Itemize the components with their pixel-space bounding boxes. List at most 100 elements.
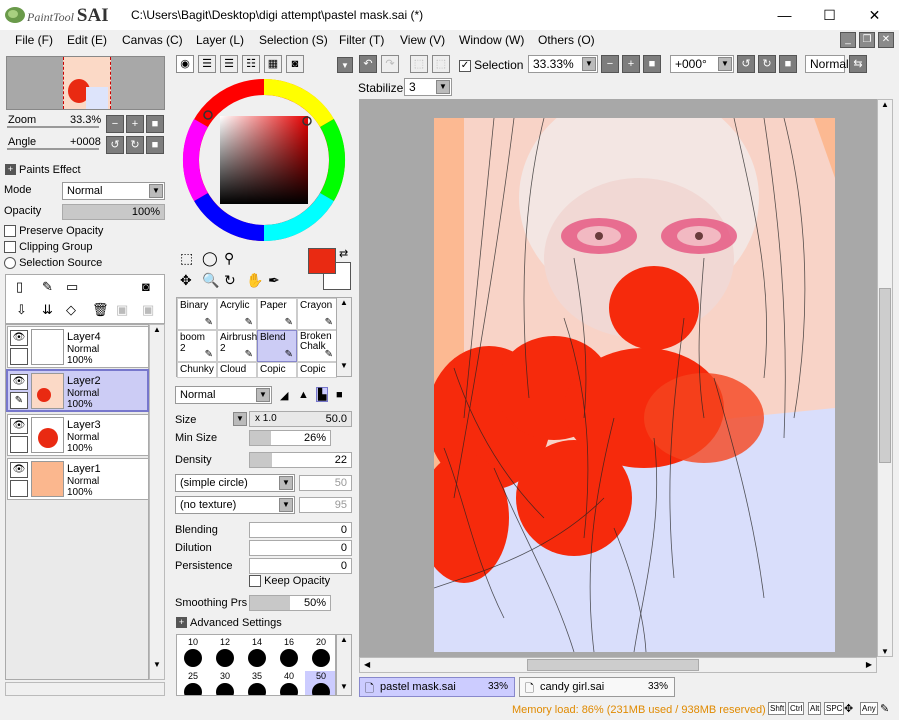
tool-grid-scrollbar[interactable]: ▲ ▼ <box>336 297 352 377</box>
eye-icon[interactable]: 👁 <box>10 330 28 346</box>
paints-effect-label[interactable]: Paints Effect <box>19 164 81 176</box>
minimize-button[interactable]: — <box>762 0 807 30</box>
zoom-reset-button[interactable]: ■ <box>146 115 164 133</box>
flip-canvas-button[interactable]: ⇆ <box>849 55 867 73</box>
new-folder-icon[interactable]: ▭ <box>66 279 78 295</box>
zoom-in-button[interactable]: + <box>126 115 144 133</box>
canvas-zoom-reset-button[interactable]: ■ <box>643 55 661 73</box>
rotate-right-button[interactable]: ↻ <box>126 136 144 154</box>
mdi-restore-button[interactable]: ❐ <box>859 32 875 48</box>
redo-button[interactable]: ↷ <box>381 55 399 73</box>
zoom-slider[interactable] <box>7 126 99 128</box>
tool-broken-chalk[interactable]: Broken Chalk ✎ <box>297 330 337 362</box>
zoom-out-button[interactable]: − <box>106 115 124 133</box>
pencil-icon[interactable]: ✎ <box>10 392 28 409</box>
tool-paper[interactable]: Paper ✎ <box>257 298 297 330</box>
canvas-viewport[interactable] <box>359 99 877 657</box>
tool-acrylic[interactable]: Acrylic ✎ <box>217 298 257 330</box>
tool-binary[interactable]: Binary ✎ <box>177 298 217 330</box>
clipping-group-checkbox[interactable]: Clipping Group <box>4 241 92 254</box>
layer-item-layer3[interactable]: 👁 Layer3 Normal 100% <box>7 414 149 456</box>
new-vector-layer-icon[interactable]: ✎ <box>42 279 53 295</box>
rotate-reset-button[interactable]: ■ <box>146 136 164 154</box>
plus-icon[interactable]: + <box>5 164 16 175</box>
color-wheel-tab-icon[interactable]: ◉ <box>176 55 194 73</box>
lock-toggle[interactable] <box>10 436 28 453</box>
horizontal-scroll-thumb[interactable] <box>527 659 699 671</box>
canvas-rotate-reset-button[interactable]: ■ <box>779 55 797 73</box>
menu-view[interactable]: View (V) <box>400 33 445 47</box>
canvas-zoom-select[interactable]: 33.33% ▼ <box>528 55 598 73</box>
menu-filter[interactable]: Filter (T) <box>339 33 384 47</box>
canvas-vertical-scrollbar[interactable]: ▲ ▼ <box>877 99 893 657</box>
hand-icon[interactable]: ✋ <box>246 272 263 289</box>
tool-airbrush[interactable]: Airbrush 2 ✎ <box>217 330 257 362</box>
magic-wand-icon[interactable]: ⚲ <box>224 250 234 267</box>
layer-item-layer2[interactable]: 👁 ✎ Layer2 Normal 100% <box>6 369 149 412</box>
tool-blend[interactable]: Blend ✎ <box>257 330 297 362</box>
mdi-close-button[interactable]: ✕ <box>878 32 894 48</box>
brush-size-30[interactable]: 30 <box>209 671 241 695</box>
rgb-slider-tab-icon[interactable]: ☰ <box>198 55 216 73</box>
color-mixer-tab-icon[interactable]: ☷ <box>242 55 260 73</box>
delete-mask-icon[interactable]: ▣ <box>142 302 154 318</box>
canvas-zoom-out-button[interactable]: − <box>601 55 619 73</box>
navigator-preview[interactable] <box>6 56 165 110</box>
navigator-viewport[interactable] <box>63 57 111 109</box>
lasso-icon[interactable]: ◯ <box>202 250 218 267</box>
shape-medium-icon[interactable]: ▲ <box>298 389 309 401</box>
rotate-tool-icon[interactable]: ↻ <box>224 272 236 289</box>
canvas-rotate-right-button[interactable]: ↻ <box>758 55 776 73</box>
merge-down-icon[interactable]: ⇊ <box>42 302 53 318</box>
lock-toggle[interactable] <box>10 480 28 497</box>
trash-icon[interactable]: 🗑 <box>92 302 109 318</box>
maximize-button[interactable]: ☐ <box>807 0 852 30</box>
brush-size-35[interactable]: 35 <box>241 671 273 695</box>
selection-source-radio[interactable]: Selection Source <box>4 257 102 270</box>
canvas-angle-select[interactable]: +000° ▼ <box>670 55 734 73</box>
artwork-canvas[interactable] <box>434 118 835 652</box>
deselect-button[interactable]: ⬚ <box>410 55 428 73</box>
tool-crayon[interactable]: Crayon ✎ <box>297 298 337 330</box>
advanced-settings-label[interactable]: Advanced Settings <box>190 617 282 629</box>
any-key-indicator[interactable]: Any <box>860 702 878 715</box>
eyedropper-icon[interactable]: ✒ <box>268 272 280 289</box>
brush-size-10[interactable]: 10 <box>177 637 209 667</box>
rotate-left-button[interactable]: ↺ <box>106 136 124 154</box>
apply-mask-icon[interactable]: ▣ <box>116 302 128 318</box>
undo-button[interactable]: ↶ <box>359 55 377 73</box>
tool-chunky[interactable]: Chunky <box>177 362 217 378</box>
selection-toggle[interactable]: ✓ Selection <box>459 58 523 73</box>
density-slider[interactable]: 22 <box>249 452 352 468</box>
eye-icon[interactable]: 👁 <box>10 418 28 434</box>
menu-file[interactable]: File (F) <box>15 33 53 47</box>
primary-color-swatch[interactable] <box>308 248 336 274</box>
canvas-zoom-in-button[interactable]: + <box>622 55 640 73</box>
document-tab-pastel-mask[interactable]: 🗋 pastel mask.sai 33% <box>359 677 515 697</box>
swatches-tab-icon[interactable]: ▦ <box>264 55 282 73</box>
color-wheel[interactable] <box>182 78 346 242</box>
size-slider[interactable]: x 1.0 50.0 <box>249 411 352 427</box>
transfer-down-icon[interactable]: ⇩ <box>16 302 27 318</box>
mdi-minimize-button[interactable]: _ <box>840 32 856 48</box>
hsv-slider-tab-icon[interactable]: ☰ <box>220 55 238 73</box>
brush-texture-strength[interactable]: 95 <box>299 497 352 513</box>
tool-copic-2[interactable]: Copic <box>297 362 337 378</box>
chevron-down-icon[interactable]: ▼ <box>337 57 353 73</box>
document-tab-candy-girl[interactable]: 🗋 candy girl.sai 33% <box>519 677 675 697</box>
space-key-indicator[interactable]: SPC <box>824 702 845 715</box>
clear-layer-icon[interactable]: ◇ <box>66 302 76 318</box>
menu-layer[interactable]: Layer (L) <box>196 33 244 47</box>
tool-copic-1[interactable]: Copic <box>257 362 297 378</box>
smoothing-slider[interactable]: 50% <box>249 595 331 611</box>
eye-icon[interactable]: 👁 <box>10 462 28 478</box>
brush-size-20[interactable]: 20 <box>305 637 335 667</box>
canvas-rotate-left-button[interactable]: ↺ <box>737 55 755 73</box>
brush-blend-mode-select[interactable]: Normal ▼ <box>175 386 272 404</box>
pencil-icon[interactable]: ✎ <box>880 702 889 715</box>
shape-hard-icon[interactable]: ▙ <box>316 387 329 402</box>
layer-item-layer4[interactable]: 👁 Layer4 Normal 100% <box>7 326 149 368</box>
menu-others[interactable]: Others (O) <box>538 33 595 47</box>
brush-size-12[interactable]: 12 <box>209 637 241 667</box>
menu-window[interactable]: Window (W) <box>459 33 524 47</box>
